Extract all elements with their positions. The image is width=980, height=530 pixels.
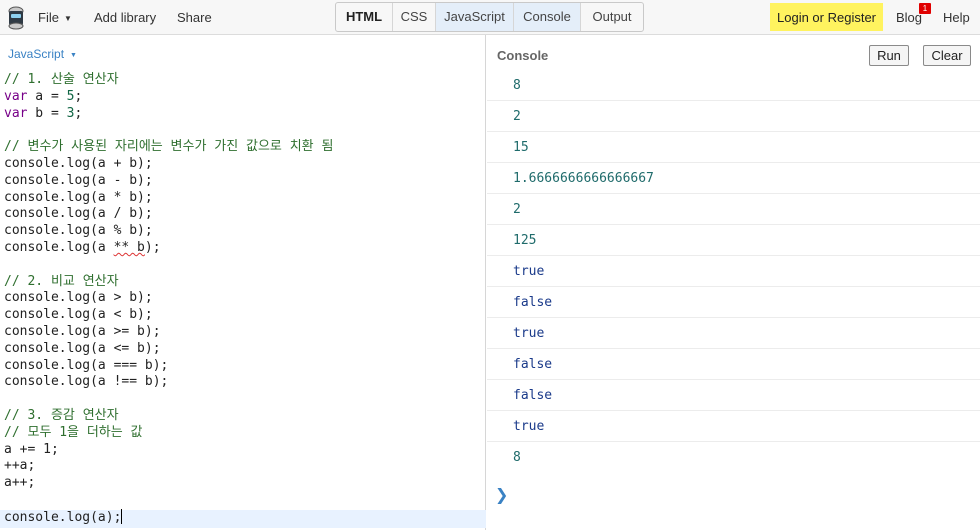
code-line-active: console.log(a); <box>4 508 482 526</box>
text-cursor <box>121 508 123 524</box>
code-editor[interactable]: // 1. 산술 연산자 var a = 5; var b = 3; // 변수… <box>4 72 482 526</box>
code-line: var b = 3; <box>4 105 83 121</box>
tab-css[interactable]: CSS <box>393 3 436 31</box>
console-output-row: false <box>487 349 980 380</box>
language-selector[interactable]: JavaScript ▼ <box>8 47 77 61</box>
code-line: console.log(a <= b); <box>4 340 161 356</box>
tab-javascript[interactable]: JavaScript <box>436 3 514 31</box>
help-link[interactable]: Help <box>943 0 970 35</box>
code-line: var a = 5; <box>4 88 83 104</box>
code-line: console.log(a % b); <box>4 223 153 239</box>
code-line: console.log(a / b); <box>4 206 153 222</box>
console-output-row: 8 <box>513 450 521 465</box>
blog-notification-badge: 1 <box>919 3 931 14</box>
code-line: console.log(a - b); <box>4 172 153 188</box>
share-button[interactable]: Share <box>177 0 212 35</box>
code-line: console.log(a > b); <box>4 290 153 306</box>
console-output-row: 1.6666666666666667 <box>487 163 980 194</box>
file-menu[interactable]: File ▼ <box>38 0 72 35</box>
code-line: a += 1; <box>4 441 59 457</box>
console-output-row: false <box>487 380 980 411</box>
caret-down-icon: ▼ <box>70 52 77 59</box>
code-line: // 변수가 사용된 자리에는 변수가 가진 값으로 치환 됨 <box>4 139 334 155</box>
console-output-row: 2 <box>487 101 980 132</box>
code-line: console.log(a !== b); <box>4 374 169 390</box>
code-line-text: console.log(a); <box>4 509 122 525</box>
code-line: // 1. 산술 연산자 <box>4 72 119 87</box>
login-register-button[interactable]: Login or Register <box>770 3 883 31</box>
chevron-right-icon[interactable]: ❯ <box>495 485 508 505</box>
tab-html[interactable]: HTML <box>336 3 393 31</box>
console-output-list: 8 2 15 1.6666666666666667 2 125 true fal… <box>487 70 980 473</box>
console-output-row: 125 <box>487 225 980 256</box>
console-output-row: true <box>487 256 980 287</box>
caret-down-icon: ▼ <box>63 14 72 23</box>
code-line: console.log(a < b); <box>4 307 153 323</box>
code-line: console.log(a * b); <box>4 189 153 205</box>
code-line: console.log(a === b); <box>4 357 169 373</box>
clear-button[interactable]: Clear <box>923 45 971 66</box>
javascript-editor-pane[interactable]: JavaScript ▼ // 1. 산술 연산자 var a = 5; var … <box>0 35 486 530</box>
console-output-row: true <box>487 318 980 349</box>
tab-output[interactable]: Output <box>581 3 643 31</box>
console-output-row: 2 <box>487 194 980 225</box>
tab-console[interactable]: Console <box>514 3 581 31</box>
run-button[interactable]: Run <box>869 45 909 66</box>
code-line: // 2. 비교 연산자 <box>4 273 119 289</box>
console-output-row: true <box>487 411 980 442</box>
add-library-button[interactable]: Add library <box>94 0 156 35</box>
code-line: a++; <box>4 475 36 491</box>
panel-tabs: HTML CSS JavaScript Console Output <box>335 2 644 32</box>
console-output-row: 8 <box>487 70 980 101</box>
console-pane: Console Run Clear 8 2 15 1.6666666666666… <box>487 35 980 530</box>
code-line: // 모두 1을 더하는 값 <box>4 424 143 440</box>
code-line: console.log(a + b); <box>4 155 153 171</box>
console-output-row: 15 <box>487 132 980 163</box>
console-output-row: false <box>487 287 980 318</box>
console-title: Console <box>497 48 549 63</box>
code-line: console.log(a >= b); <box>4 323 161 339</box>
top-toolbar: File ▼ Add library Share HTML CSS JavaScr… <box>0 0 980 35</box>
language-label: JavaScript <box>8 47 65 61</box>
code-line: // 3. 증감 연산자 <box>4 407 119 423</box>
file-menu-label: File <box>38 10 59 25</box>
code-line: ++a; <box>4 458 36 474</box>
jsbin-robot-icon[interactable] <box>6 6 26 30</box>
code-line: console.log(a ** b); <box>4 239 161 255</box>
